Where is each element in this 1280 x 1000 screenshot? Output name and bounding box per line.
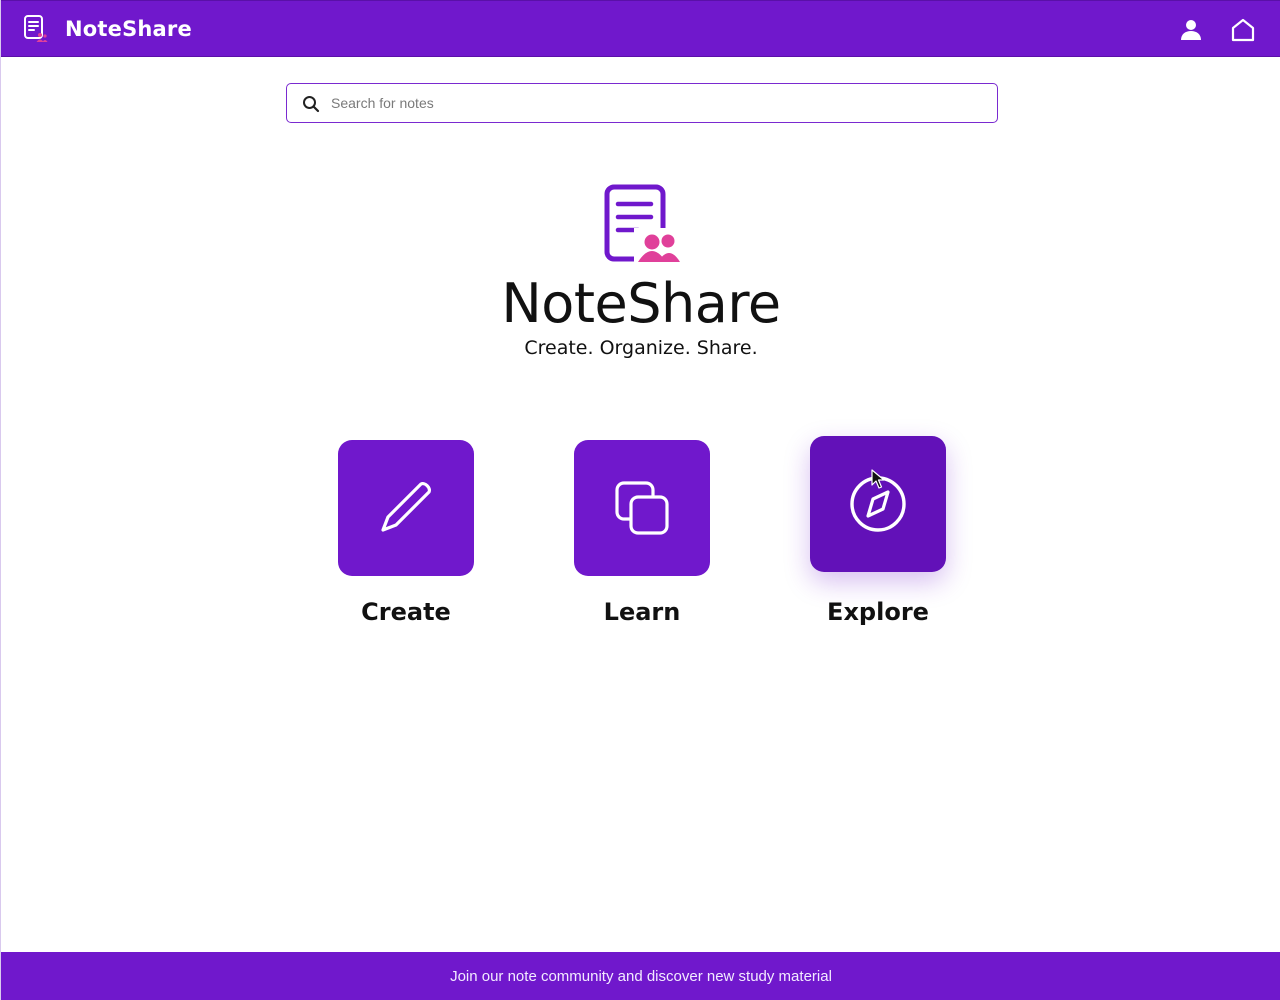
note-share-logo-icon: [604, 184, 680, 264]
create-label: Create: [361, 598, 451, 626]
user-icon: [1181, 20, 1201, 40]
top-nav-bar: NoteShare: [1, 0, 1280, 57]
copy-squares-icon: [615, 481, 669, 535]
profile-button[interactable]: [1177, 16, 1205, 44]
hero-tagline: Create. Organize. Share.: [524, 337, 758, 359]
home-icon: [1231, 18, 1255, 42]
create-button[interactable]: [338, 440, 474, 576]
explore-label: Explore: [827, 598, 929, 626]
brand-link[interactable]: NoteShare: [23, 14, 192, 44]
explore-button[interactable]: [810, 436, 946, 572]
footer-bar: Join our note community and discover new…: [1, 952, 1280, 1000]
search-icon: [303, 96, 320, 113]
mouse-cursor-icon: [871, 469, 885, 489]
learn-button[interactable]: [574, 440, 710, 576]
search-bar: [286, 83, 998, 123]
home-button[interactable]: [1229, 16, 1257, 44]
search-input[interactable]: [331, 84, 981, 122]
app-title: NoteShare: [65, 17, 192, 41]
hero-title: NoteShare: [501, 272, 781, 335]
learn-label: Learn: [603, 598, 681, 626]
page: NoteShare Search for notes NoteShare Cre…: [0, 0, 1280, 1000]
note-share-logo-icon: [24, 15, 48, 42]
pencil-icon: [381, 482, 431, 532]
header-actions: [1177, 16, 1257, 44]
footer-text: Join our note community and discover new…: [450, 967, 832, 985]
